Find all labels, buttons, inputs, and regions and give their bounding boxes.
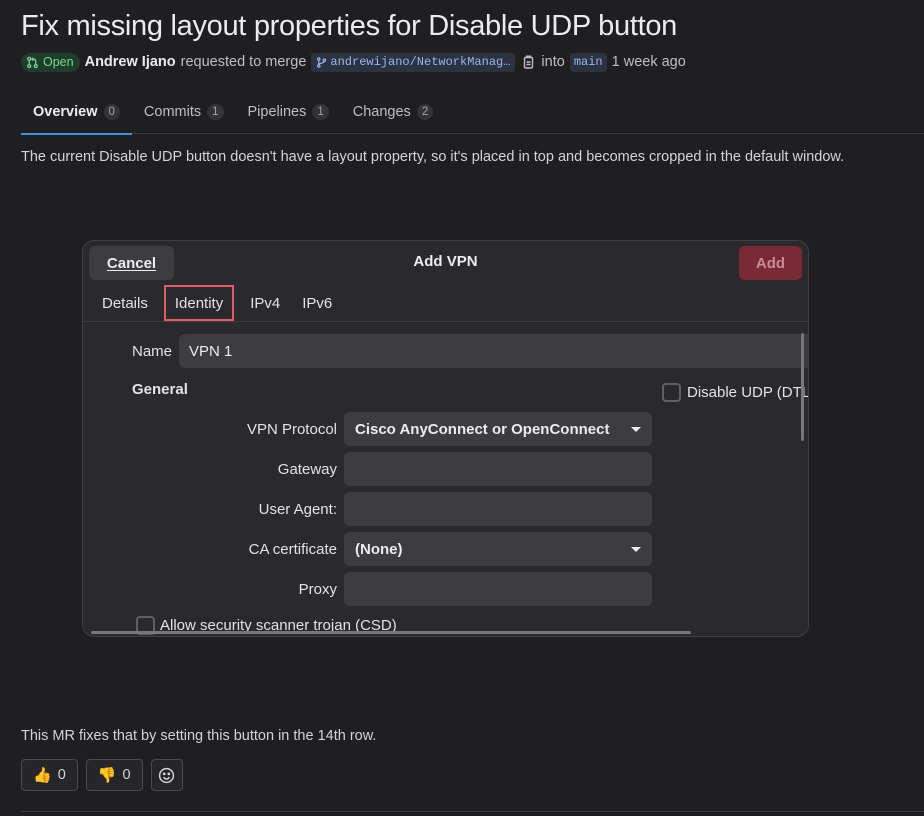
tab-pipelines[interactable]: Pipelines 1 — [236, 90, 341, 134]
time-ago: 1 week ago — [611, 54, 686, 70]
mr-title: Fix missing layout properties for Disabl… — [21, 10, 677, 42]
name-field: VPN 1 — [179, 334, 808, 368]
vpn-protocol-label: VPN Protocol — [246, 421, 337, 438]
tab-count: 2 — [416, 104, 434, 120]
tab-count: 0 — [103, 104, 120, 120]
horizontal-scrollbar — [91, 631, 691, 634]
ca-certificate-dropdown: (None) — [344, 532, 652, 566]
dialog-title: Add VPN — [413, 253, 478, 270]
dialog-header: Cancel Add VPN Add — [83, 241, 808, 285]
tab-overview[interactable]: Overview 0 — [21, 90, 132, 135]
disable-udp-label: Disable UDP (DTL — [687, 384, 809, 401]
dialog-body: Name VPN 1 General Disable UDP (DTL VPN … — [83, 323, 808, 636]
tab-count: 1 — [312, 104, 329, 120]
mr-description: The current Disable UDP button doesn't h… — [21, 149, 845, 165]
into-text: into — [541, 54, 565, 70]
source-branch[interactable]: andrewijano/NetworkManag… — [311, 52, 516, 72]
chevron-down-icon — [631, 426, 641, 432]
mr-meta: Open Andrew Ijano requested to merge and… — [21, 52, 686, 72]
divider — [21, 811, 924, 812]
tab-label: Pipelines — [247, 104, 307, 120]
add-reaction-button[interactable] — [150, 759, 183, 791]
tab-changes[interactable]: Changes 2 — [341, 90, 445, 134]
tab-label: Overview — [33, 104, 98, 120]
vpn-dialog-screenshot: Cancel Add VPN Add Details Identity IPv4… — [82, 240, 809, 637]
thumbs-up-icon: 👍 — [33, 767, 52, 784]
vertical-scrollbar — [801, 333, 804, 441]
gateway-label: Gateway — [277, 461, 337, 478]
action-text: requested to merge — [180, 54, 307, 70]
status-badge: Open — [21, 52, 80, 72]
merge-request-icon — [27, 56, 38, 68]
tab-count: 1 — [207, 104, 224, 120]
ca-certificate-label: CA certificate — [248, 541, 337, 558]
author-link[interactable]: Andrew Ijano — [85, 54, 176, 70]
mr-tabs: Overview 0 Commits 1 Pipelines 1 Changes… — [21, 90, 924, 135]
copy-branch-icon[interactable] — [520, 54, 536, 70]
proxy-label: Proxy — [298, 581, 337, 598]
thumbs-down-count: 0 — [122, 767, 131, 783]
vpn-protocol-dropdown: Cisco AnyConnect or OpenConnect — [344, 412, 652, 446]
thumbs-down-button[interactable]: 👎 0 — [85, 759, 143, 791]
dialog-tab-ipv4: IPv4 — [250, 294, 281, 312]
dialog-tab-ipv6: IPv6 — [302, 294, 333, 312]
thumbs-down-icon: 👎 — [97, 767, 117, 784]
disable-udp-checkbox — [662, 383, 681, 402]
vpn-protocol-value: Cisco AnyConnect or OpenConnect — [355, 420, 610, 438]
branch-icon — [317, 56, 327, 68]
source-branch-label: andrewijano/NetworkManag… — [330, 55, 511, 69]
thumbs-up-count: 0 — [57, 767, 66, 783]
name-label: Name — [132, 343, 173, 360]
dialog-tab-identity: Identity — [163, 285, 235, 321]
chevron-down-icon — [631, 546, 641, 552]
target-branch[interactable]: main — [569, 52, 607, 72]
dialog-tabs: Details Identity IPv4 IPv6 — [83, 285, 808, 322]
user-agent-label: User Agent: — [258, 501, 337, 518]
thumbs-up-button[interactable]: 👍 0 — [21, 759, 78, 791]
gateway-field — [344, 452, 652, 486]
smiley-icon — [158, 767, 175, 783]
tab-label: Changes — [352, 104, 411, 120]
ca-certificate-value: (None) — [355, 540, 403, 558]
award-emoji-bar: 👍 0 👎 0 — [21, 759, 183, 791]
proxy-field — [344, 572, 652, 606]
user-agent-field — [344, 492, 652, 526]
status-label: Open — [43, 55, 74, 69]
general-heading: General — [132, 381, 188, 398]
mr-footer-text: This MR fixes that by setting this butto… — [21, 728, 377, 744]
add-button: Add — [739, 246, 802, 280]
tab-label: Commits — [143, 104, 202, 120]
tab-commits[interactable]: Commits 1 — [132, 90, 236, 134]
dialog-tab-details: Details — [102, 294, 148, 312]
